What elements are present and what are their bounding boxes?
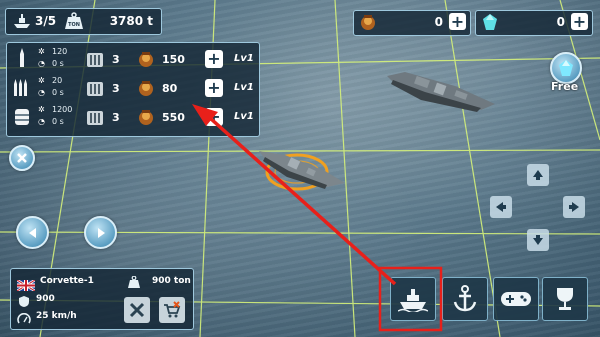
upgrade-cost: 150 (162, 53, 185, 66)
upgrade-cost: 550 (162, 111, 185, 124)
ship-icon (398, 289, 428, 312)
ship-speed: 25 km/h (36, 311, 77, 321)
upgrade-button[interactable]: + (205, 108, 223, 126)
damage-icon: ✲ (38, 47, 45, 56)
ton-icon (127, 274, 141, 293)
gem-value: 0 (556, 15, 565, 29)
weapon-row: ✲ 1200 ◔ 0 s 3 550 + Lv1 (7, 103, 259, 132)
anchor-icon (453, 285, 477, 312)
weapon-damage: 20 (52, 76, 63, 85)
ammo-box-icon (87, 52, 103, 71)
free-label: Free (551, 80, 579, 93)
gem-counter: 0 + (475, 10, 593, 36)
ship-icon (13, 13, 31, 29)
gold-value: 0 (434, 15, 443, 29)
upgrade-cost: 80 (162, 82, 178, 95)
reload-icon: ◔ (38, 88, 45, 97)
tab-trophy[interactable] (542, 277, 588, 321)
cart-remove-icon (164, 301, 181, 318)
weapon-level: Lv1 (234, 53, 254, 64)
upgrade-button[interactable]: + (205, 79, 223, 97)
arrow-right-icon (97, 227, 105, 238)
player-corvette[interactable] (255, 145, 350, 200)
move-right-button[interactable] (563, 196, 585, 218)
sell-ship-button[interactable] (159, 297, 185, 323)
gold-pot-icon (137, 50, 155, 72)
reload-icon: ◔ (38, 117, 45, 126)
damage-icon: ✲ (38, 105, 45, 114)
ammo-box-icon (87, 81, 103, 100)
ship-info-panel: Corvette-1 900 ton 900 25 km/h (10, 268, 194, 330)
move-up-button[interactable] (527, 164, 549, 186)
weight-ton-icon: TON (64, 12, 84, 30)
repair-button[interactable] (124, 297, 150, 323)
free-gem-button[interactable]: Free (548, 52, 586, 94)
weapon-row: ✲ 120 ◔ 0 s 3 150 + Lv1 (7, 45, 259, 74)
ship-name: Corvette-1 (40, 276, 94, 286)
arrow-left-icon (28, 227, 36, 238)
arrow-up-icon (533, 170, 543, 180)
weapon-reload: 0 s (52, 88, 64, 97)
total-tonnage: 3780 t (109, 14, 153, 28)
ammo-count: 3 (112, 82, 120, 95)
next-ship-button[interactable] (84, 216, 117, 249)
weapon-damage: 120 (52, 47, 68, 56)
weapon-reload: 0 s (52, 117, 64, 126)
weapon-row: ✲ 20 ◔ 0 s 3 80 + Lv1 (7, 74, 259, 103)
arrow-left-icon (496, 202, 506, 212)
upgrade-button[interactable]: + (205, 50, 223, 68)
arrow-down-icon (533, 235, 543, 245)
ship-count: 3/5 (35, 14, 57, 28)
arrow-right-icon (569, 202, 579, 212)
ammo-count: 3 (112, 111, 120, 124)
weight-unit-label: TON (68, 22, 80, 28)
damage-icon: ✲ (38, 76, 45, 85)
weapon-level: Lv1 (234, 82, 254, 93)
gold-pot-icon (359, 13, 377, 31)
previous-ship-button[interactable] (16, 216, 49, 249)
fleet-status-bar: 3/5 TON 3780 t (5, 8, 162, 35)
ammo-box-icon (87, 110, 103, 129)
move-down-button[interactable] (527, 229, 549, 251)
repair-tools-icon (129, 302, 145, 318)
enemy-warship[interactable] (385, 66, 500, 116)
gamepad-icon (501, 292, 531, 306)
tab-anchor[interactable] (442, 277, 488, 321)
move-left-button[interactable] (490, 196, 512, 218)
gold-counter: 0 + (353, 10, 471, 36)
tab-controller[interactable] (493, 277, 539, 321)
speed-icon (17, 310, 31, 329)
weapon-level: Lv1 (234, 111, 254, 122)
depth-charge-icon (15, 107, 29, 131)
gold-pot-icon (137, 108, 155, 130)
trophy-icon (557, 288, 573, 310)
ammo-count: 3 (112, 53, 120, 66)
tab-ships[interactable] (390, 277, 436, 321)
ship-tonnage: 900 ton (152, 276, 191, 286)
add-gold-button[interactable]: + (449, 13, 466, 30)
gold-pot-icon (137, 79, 155, 101)
gem-icon (481, 13, 499, 31)
close-icon (17, 153, 27, 163)
weapon-damage: 1200 (52, 105, 73, 114)
missile-icon (13, 77, 29, 101)
shell-icon (17, 48, 27, 72)
weapon-reload: 0 s (52, 59, 64, 68)
ship-armor: 900 (36, 294, 55, 304)
close-button[interactable] (9, 145, 35, 171)
reload-icon: ◔ (38, 59, 45, 68)
weapons-panel: ✲ 120 ◔ 0 s 3 150 + Lv1 ✲ 20 ◔ 0 s 3 80 … (6, 42, 260, 137)
add-gem-button[interactable]: + (571, 13, 588, 30)
